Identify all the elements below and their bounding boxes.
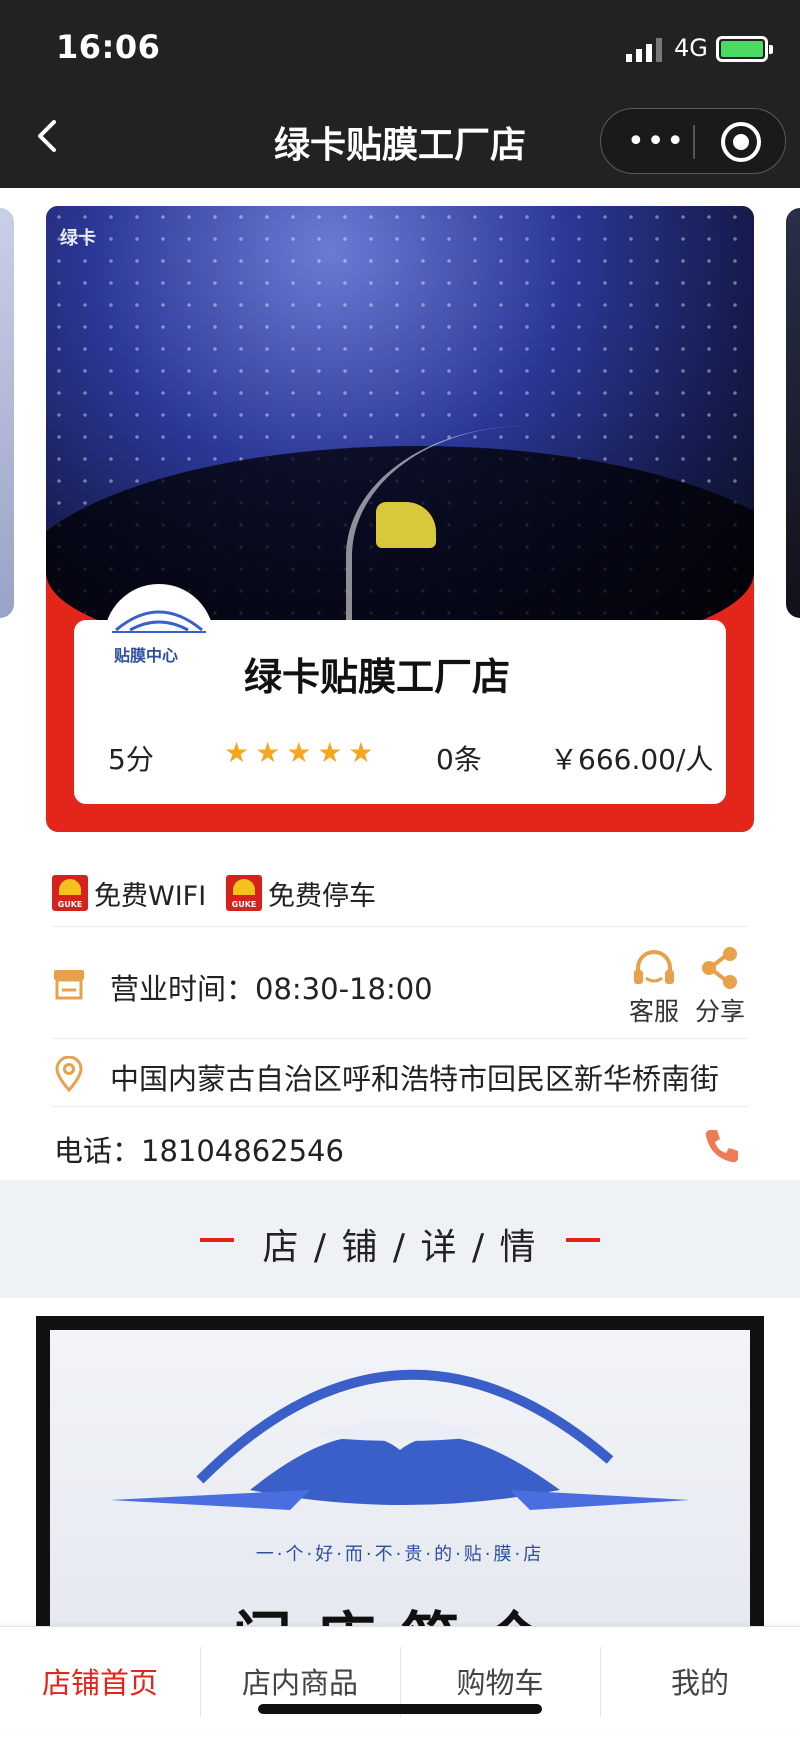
business-hours: 营业时间：08:30-18:00 [110,972,433,1006]
bottom-tab-bar: 店铺首页 店内商品 购物车 我的 [0,1626,800,1732]
top-bar: 16:06 4G 绿卡贴膜工厂店 ••• [0,0,800,188]
detail-slogan: 一·个·好·而·不·贵·的·贴·膜·店 [255,1544,545,1565]
customer-service-button[interactable]: 客服 [626,946,682,1026]
shop-logo-text: 贴膜中心 [114,646,179,665]
share-icon [702,947,737,989]
divider [52,926,748,927]
price-per-person: ￥666.00/人 [550,743,714,776]
phone-icon[interactable] [702,1126,742,1166]
carousel-prev-slide[interactable] [0,208,14,618]
capsule-divider [693,125,695,159]
home-indicator [258,1704,542,1714]
section-header-shop-details: 店 / 铺 / 详 / 情 [0,1180,800,1298]
close-miniprogram-icon[interactable] [721,122,761,162]
store-icon [54,970,84,1000]
location-pin-icon [55,1056,83,1092]
shop-name: 绿卡贴膜工厂店 [244,655,511,699]
mini-program-capsule: ••• [600,108,786,174]
section-line-right [566,1238,600,1242]
guke-logo-icon: GUKE [52,875,88,911]
signal-icon [626,38,662,62]
car-logo-icon [112,610,206,633]
tab-mine[interactable]: 我的 [600,1627,800,1733]
share-button[interactable]: 分享 [692,946,748,1026]
feature-tag-parking: GUKE 免费停车 [226,874,376,912]
car-logo-illustration [110,1369,690,1510]
review-count: 0条 [436,743,482,776]
shop-banner-card: 绿卡 贴膜中心 绿卡贴膜工厂店 5分 ★★★★★ 0条 ￥666.00/人 [46,206,754,832]
rating-stars: ★★★★★ [224,736,380,769]
shop-detail-image: 一·个·好·而·不·贵·的·贴·膜·店 门店简介 [36,1316,764,1676]
tab-shop-home[interactable]: 店铺首页 [0,1627,200,1733]
shop-address[interactable]: 中国内蒙古自治区呼和浩特市回民区新华桥南街 [110,1056,719,1098]
headset-icon [634,950,674,984]
banner-watermark: 绿卡 [60,228,96,249]
service-label: 客服 [628,997,679,1026]
status-time: 16:06 [56,28,161,66]
feature-label: 免费WIFI [94,880,207,912]
divider [52,1038,748,1039]
network-label: 4G [674,34,708,62]
share-label: 分享 [694,997,745,1026]
divider [52,1106,748,1107]
shop-info-card: 贴膜中心 绿卡贴膜工厂店 5分 ★★★★★ 0条 ￥666.00/人 [74,584,726,804]
feature-tag-wifi: GUKE 免费WIFI [52,874,206,912]
more-icon[interactable]: ••• [627,127,686,157]
tab-shop-products[interactable]: 店内商品 [200,1627,400,1733]
tab-cart[interactable]: 购物车 [400,1627,600,1733]
guke-logo-icon: GUKE [226,875,262,911]
battery-icon [716,36,773,62]
carousel-next-slide[interactable] [786,208,800,618]
section-title: 店 / 铺 / 详 / 情 [262,1227,538,1268]
shop-phone: 电话：18104862546 [54,1134,344,1168]
feature-label: 免费停车 [268,880,376,912]
shop-score: 5分 [108,743,154,776]
